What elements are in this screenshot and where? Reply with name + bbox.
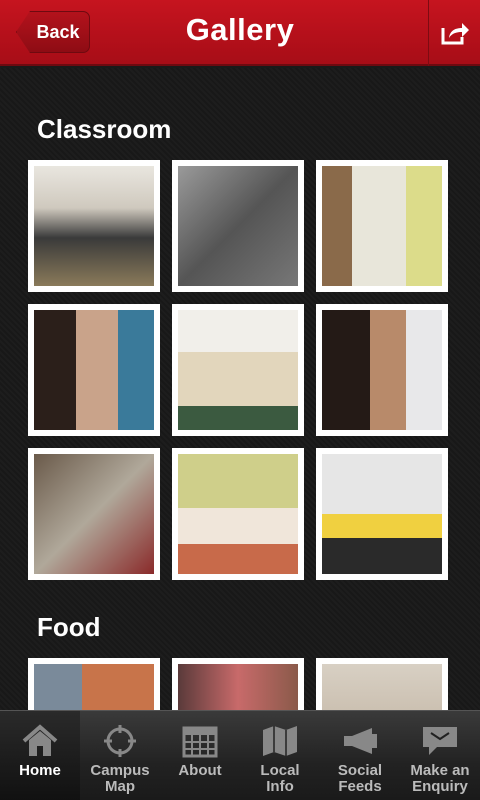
gallery-thumbnail[interactable] bbox=[316, 160, 448, 292]
tab-campus-map[interactable]: Campus Map bbox=[80, 711, 160, 800]
section-title-food: Food bbox=[37, 612, 101, 642]
page-title: Gallery bbox=[185, 12, 295, 47]
share-button[interactable] bbox=[428, 0, 480, 66]
tab-social-feeds[interactable]: Social Feeds bbox=[320, 711, 400, 800]
crosshair-icon bbox=[104, 725, 136, 757]
gallery-thumbnail[interactable] bbox=[316, 304, 448, 436]
gallery-thumbnail[interactable] bbox=[28, 448, 160, 580]
gallery-thumbnail[interactable] bbox=[28, 160, 160, 292]
header-bar: Back Gallery bbox=[0, 0, 480, 66]
gallery-thumbnail[interactable] bbox=[28, 304, 160, 436]
gallery-thumbnail[interactable] bbox=[28, 658, 160, 710]
tab-make-an-enquiry[interactable]: Make an Enquiry bbox=[400, 711, 480, 800]
tab-label: Make an Enquiry bbox=[410, 762, 470, 795]
tab-home[interactable]: Home bbox=[0, 711, 80, 800]
gallery-thumbnail[interactable] bbox=[316, 448, 448, 580]
tab-label: Social Feeds bbox=[337, 762, 383, 795]
map-icon bbox=[263, 726, 297, 756]
tab-about[interactable]: About bbox=[160, 711, 240, 800]
chat-icon bbox=[423, 727, 457, 755]
gallery-thumbnail[interactable] bbox=[172, 658, 304, 710]
section-title-classroom: Classroom bbox=[37, 114, 172, 144]
gallery-thumbnail[interactable] bbox=[316, 658, 448, 710]
tab-label: About bbox=[178, 762, 222, 779]
tab-label: Home bbox=[19, 762, 61, 779]
tab-local-info[interactable]: Local Info bbox=[240, 711, 320, 800]
gallery-thumbnail[interactable] bbox=[172, 160, 304, 292]
megaphone-icon bbox=[344, 728, 377, 754]
share-icon bbox=[441, 23, 469, 45]
home-icon bbox=[22, 724, 58, 756]
gallery-content[interactable]: Classroom Food bbox=[0, 68, 480, 710]
gallery-thumbnail[interactable] bbox=[172, 448, 304, 580]
calendar-icon bbox=[182, 726, 218, 758]
tab-label: Local Info bbox=[260, 762, 300, 795]
gallery-thumbnail[interactable] bbox=[172, 304, 304, 436]
tab-label: Campus Map bbox=[90, 762, 150, 795]
bottom-tab-bar: Home Campus Map About Local Info Social … bbox=[0, 710, 480, 800]
